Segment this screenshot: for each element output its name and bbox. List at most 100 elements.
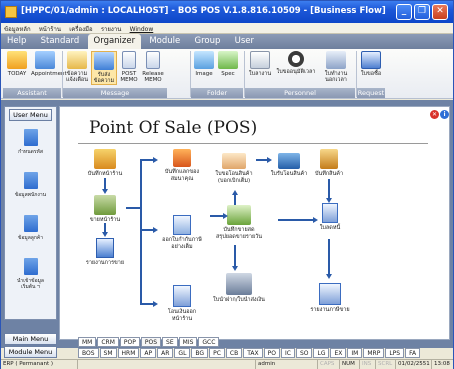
tab-standard[interactable]: Standard bbox=[35, 34, 86, 49]
module-tab-gl[interactable]: GL bbox=[174, 348, 191, 358]
image-button[interactable]: Image bbox=[193, 51, 215, 77]
flow-node-report-sales[interactable]: รายงานการขาย bbox=[78, 238, 132, 267]
module-tab-hrm[interactable]: HRM bbox=[117, 348, 140, 358]
flow-node-request-goods[interactable]: ใบขอโอนสินค้า (บอกเบิกเต็ม) bbox=[208, 153, 260, 184]
module-tab-tax[interactable]: TAX bbox=[243, 348, 263, 358]
module-tab-lps[interactable]: LPS bbox=[385, 348, 405, 358]
flow-arrow bbox=[140, 303, 154, 305]
minimize-button[interactable]: _ bbox=[396, 4, 412, 20]
spec-label: Spec bbox=[221, 71, 235, 77]
spec-button[interactable]: Spec bbox=[217, 51, 239, 77]
flow-node-invoice[interactable]: ใบลดหนี้ bbox=[310, 203, 350, 232]
appointment-icon bbox=[35, 51, 55, 69]
status-time: 13:08 bbox=[431, 360, 453, 369]
flow-node-receive-goods[interactable]: บันทึกสินค้า bbox=[306, 149, 352, 178]
flow-node-deposit[interactable]: ใบนำฝาก/ใบนำส่งเงิน bbox=[200, 273, 278, 304]
today-icon bbox=[7, 51, 27, 69]
today-button[interactable]: TODAY bbox=[5, 51, 29, 77]
clock-icon bbox=[288, 51, 304, 67]
module-tab-ar[interactable]: AR bbox=[157, 348, 174, 358]
flow-node-sell[interactable]: ขายหน้าร้าน bbox=[82, 195, 128, 224]
module-tab-mrp[interactable]: MRP bbox=[363, 348, 385, 358]
bank-icon bbox=[226, 273, 252, 295]
status-num: NUM bbox=[339, 360, 359, 369]
vat-report-icon bbox=[319, 283, 341, 305]
sidebar-item-define-codes[interactable]: กำหนดรหัส bbox=[5, 129, 56, 155]
module-tab-ex[interactable]: EX bbox=[330, 348, 347, 358]
module-tabs-row-2: BOS SM HRM AP AR GL BG PC CB TAX PO IC SO LG EX IM MRP LP… bbox=[78, 348, 421, 359]
info-icon[interactable]: i bbox=[440, 110, 449, 119]
restore-button[interactable]: ❐ bbox=[414, 4, 430, 20]
sidebar-item-employees[interactable]: ข้อมูลพนักงาน bbox=[5, 172, 56, 198]
tab-module[interactable]: Module bbox=[143, 34, 186, 49]
tab-help[interactable]: Help bbox=[1, 34, 32, 49]
release-memo-button[interactable]: Release MEMO bbox=[141, 51, 165, 83]
post-memo-button[interactable]: POST MEMO bbox=[119, 51, 139, 83]
module-tab-so[interactable]: SO bbox=[295, 348, 313, 358]
flow-node-front[interactable]: บันทึกหน้าร้าน bbox=[82, 149, 128, 178]
module-tab-se[interactable]: SE bbox=[162, 337, 178, 347]
module-tab-gcc[interactable]: GCC bbox=[198, 337, 220, 347]
module-tab-bg[interactable]: BG bbox=[191, 348, 209, 358]
flow-arrow bbox=[140, 159, 154, 161]
menu-bar: ข้อมูลหลัก หน้าร้าน เครื่องมือ รายงาน Wi… bbox=[1, 23, 453, 34]
leave-request-label: ใบลางาน bbox=[248, 71, 272, 77]
overtime-button[interactable]: ใบทำงาน นอกเวลา bbox=[319, 51, 353, 83]
menu-window[interactable]: Window bbox=[127, 25, 157, 34]
module-tab-cb[interactable]: CB bbox=[225, 348, 243, 358]
sidebar-item-label: กำหนดรหัส bbox=[18, 149, 43, 155]
module-tab-mis[interactable]: MIS bbox=[178, 337, 198, 347]
flow-node-record-sale[interactable]: บันทึกขายสด สรุปยอดขายรายวัน bbox=[200, 205, 278, 240]
module-tab-crm[interactable]: CRM bbox=[97, 337, 119, 347]
post-memo-label: POST MEMO bbox=[120, 71, 138, 83]
module-tab-mm[interactable]: MM bbox=[78, 337, 97, 347]
appointment-button[interactable]: Appointment bbox=[31, 51, 67, 77]
main-menu-button[interactable]: Main Menu bbox=[4, 333, 57, 345]
sidebar-item-import[interactable]: นำเข้าข้อมูล เริ่มต้น ฯ bbox=[5, 258, 56, 290]
module-tab-pos[interactable]: POS bbox=[140, 337, 162, 347]
module-tab-bos[interactable]: BOS bbox=[78, 348, 99, 358]
release-memo-label: Release MEMO bbox=[142, 71, 164, 83]
close-icon[interactable]: ✕ bbox=[430, 110, 439, 119]
flow-node-label: บันทึกสินค้า bbox=[314, 171, 344, 177]
app-window: [HPPC/01/admin : LOCALHOST] - BOS POS V.… bbox=[0, 0, 454, 369]
module-tab-ap[interactable]: AP bbox=[140, 348, 157, 358]
purchase-request-button[interactable]: ใบขอซื้อ bbox=[358, 51, 384, 77]
tab-group[interactable]: Group bbox=[189, 34, 227, 49]
time-approval-button[interactable]: ใบขออนุมัติเวลา bbox=[275, 51, 317, 75]
module-tab-sm[interactable]: SM bbox=[99, 348, 117, 358]
tab-user[interactable]: User bbox=[229, 34, 260, 49]
module-tab-pc[interactable]: PC bbox=[209, 348, 225, 358]
flow-arrow bbox=[328, 179, 330, 199]
group-folder: Folder bbox=[191, 88, 243, 98]
message-alert-label: ข้อความ แจ้งเตือน bbox=[66, 71, 88, 83]
page-title: Point Of Sale (POS) bbox=[89, 118, 258, 138]
flow-arrow bbox=[278, 219, 314, 221]
report-icon bbox=[96, 238, 114, 258]
module-tab-pop[interactable]: POP bbox=[119, 337, 140, 347]
flow-node-report-tax[interactable]: รายงานภาษีขาย bbox=[296, 283, 364, 314]
leave-request-button[interactable]: ใบลางาน bbox=[247, 51, 273, 77]
envelope-icon bbox=[67, 51, 87, 69]
module-tab-fa[interactable]: FA bbox=[405, 348, 421, 358]
module-tab-ic[interactable]: IC bbox=[280, 348, 295, 358]
flow-node-label: ใบนำฝาก/ใบนำส่งเงิน bbox=[213, 297, 265, 303]
flow-node-label: ใบรับโอนสินค้า bbox=[270, 171, 308, 177]
sidebar-item-label: ข้อมูลลูกค้า bbox=[17, 235, 44, 241]
flow-node-gift[interactable]: บันทึกแลกของ สมนาคุณ bbox=[156, 149, 208, 182]
flow-arrow-head bbox=[102, 232, 108, 237]
module-tab-po[interactable]: PO bbox=[263, 348, 280, 358]
purchase-request-label: ใบขอซื้อ bbox=[360, 71, 382, 77]
close-button[interactable]: ✕ bbox=[432, 4, 448, 20]
flow-arrow bbox=[234, 245, 236, 267]
send-receive-button[interactable]: รับส่ง ข้อความ bbox=[91, 51, 117, 85]
message-alert-button[interactable]: ข้อความ แจ้งเตือน bbox=[64, 51, 90, 83]
sidebar-item-customers[interactable]: ข้อมูลลูกค้า bbox=[5, 215, 56, 241]
module-tab-lg[interactable]: LG bbox=[313, 348, 330, 358]
user-menu-header[interactable]: User Menu bbox=[9, 109, 52, 121]
ribbon-tabs: Help Standard Organizer Module Group Use… bbox=[1, 34, 453, 49]
module-menu-button[interactable]: Module Menu bbox=[4, 346, 57, 358]
flow-arrow-head bbox=[232, 190, 238, 195]
tab-organizer[interactable]: Organizer bbox=[87, 34, 142, 49]
module-tab-im[interactable]: IM bbox=[347, 348, 363, 358]
